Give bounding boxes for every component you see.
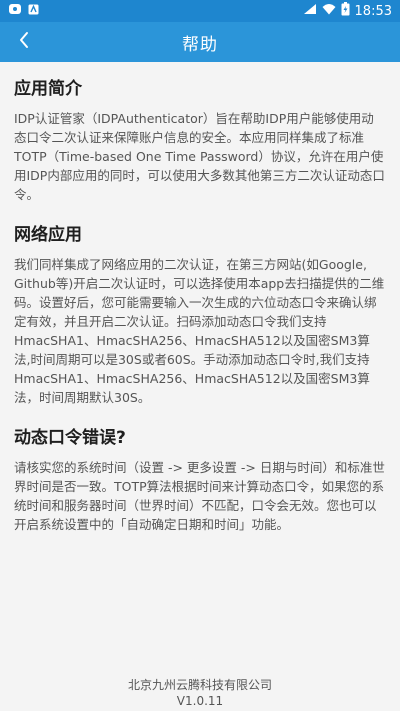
battery-icon <box>341 2 350 20</box>
back-button[interactable] <box>4 22 44 62</box>
app-bar: 帮助 <box>0 22 400 62</box>
section-title: 网络应用 <box>14 225 82 245</box>
footer-company: 北京九州云腾科技有限公司 <box>127 678 272 692</box>
sim-card-icon <box>8 3 22 19</box>
status-time: 18:53 <box>354 3 392 19</box>
status-bar: 18:53 <box>0 0 400 22</box>
status-left <box>0 3 39 19</box>
help-content: 应用简介 IDP认证管家（IDPAuthenticator）旨在帮助IDP用户能… <box>14 74 386 550</box>
footer-version: V1.0.11 <box>176 694 224 708</box>
section-body: 请核实您的系统时间（设置 -> 更多设置 -> 日期与时间）和标准世界时间是否一… <box>14 460 385 532</box>
section-title: 动态口令错误? <box>14 428 126 448</box>
signal-icon <box>303 3 317 19</box>
wifi-icon <box>322 3 336 19</box>
status-right: 18:53 <box>303 2 400 20</box>
section-web-apps: 网络应用 我们同样集成了网络应用的二次认证，在第三方网站(如Google, Gi… <box>14 220 386 407</box>
chevron-left-icon <box>18 31 30 53</box>
section-title: 应用简介 <box>14 79 82 99</box>
section-body: IDP认证管家（IDPAuthenticator）旨在帮助IDP用户能够使用动态… <box>14 111 385 202</box>
section-otp-errors: 动态口令错误? 请核实您的系统时间（设置 -> 更多设置 -> 日期与时间）和标… <box>14 423 386 534</box>
section-app-intro: 应用简介 IDP认证管家（IDPAuthenticator）旨在帮助IDP用户能… <box>14 74 386 204</box>
page-title: 帮助 <box>182 34 218 55</box>
section-body: 我们同样集成了网络应用的二次认证，在第三方网站(如Google, Github等… <box>14 257 385 405</box>
app-notification-icon <box>28 4 39 19</box>
